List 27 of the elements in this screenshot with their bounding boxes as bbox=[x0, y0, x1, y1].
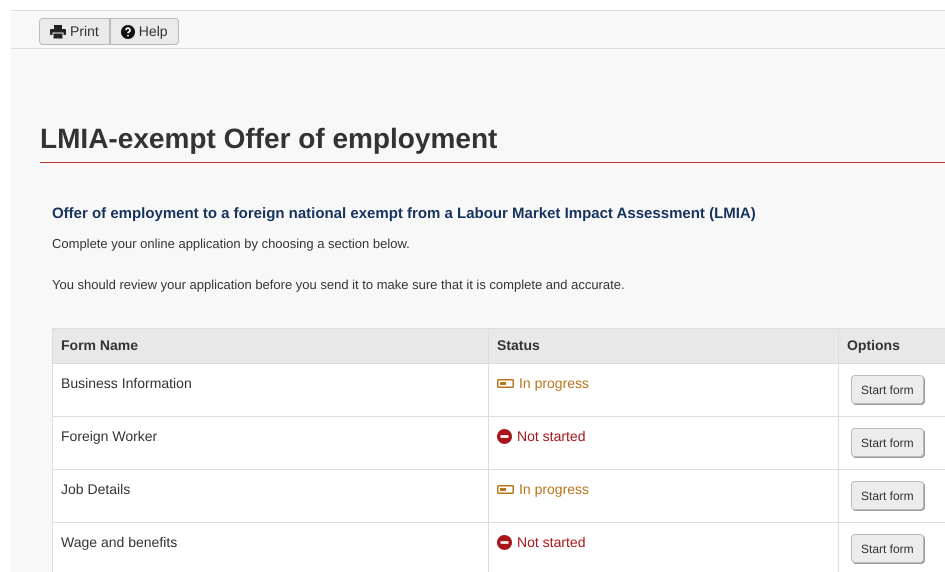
progress-bar-icon bbox=[497, 484, 514, 494]
start-form-button[interactable]: Start form bbox=[851, 375, 924, 404]
help-button[interactable]: Help bbox=[110, 18, 179, 45]
status-label: In progress bbox=[519, 480, 590, 499]
status-label: In progress bbox=[519, 374, 590, 393]
form-name: Wage and benefits bbox=[61, 534, 178, 550]
status-label: Not started bbox=[517, 426, 586, 446]
status-label: Not started bbox=[517, 532, 586, 552]
column-header: Status bbox=[488, 328, 838, 363]
no-entry-icon bbox=[497, 534, 512, 550]
progress-bar-icon bbox=[497, 378, 514, 388]
help-icon bbox=[120, 24, 135, 38]
column-header: Options bbox=[838, 328, 945, 363]
form-name: Foreign Worker bbox=[61, 428, 158, 444]
form-name: Job Details bbox=[61, 480, 130, 496]
instruction-text: You should review your application before you send it to make sure that it is complete and accurate. bbox=[52, 276, 626, 294]
start-form-button[interactable]: Start form bbox=[851, 428, 924, 457]
start-form-button[interactable]: Start form bbox=[851, 481, 924, 510]
form-name: Business Information bbox=[61, 374, 192, 390]
start-form-button[interactable]: Start form bbox=[851, 534, 924, 563]
column-header: Form Name bbox=[52, 328, 488, 363]
instruction-text: Complete your online application by choosing a section below. bbox=[52, 234, 411, 253]
page-title: LMIA-exempt Offer of employment bbox=[40, 121, 945, 163]
no-entry-icon bbox=[497, 428, 512, 444]
printer-icon bbox=[50, 24, 66, 38]
section-heading: Offer of employment to a foreign national exempt from a Labour Market Impact Assessment (LMIA) bbox=[52, 204, 757, 224]
print-button[interactable]: Print bbox=[39, 18, 110, 45]
